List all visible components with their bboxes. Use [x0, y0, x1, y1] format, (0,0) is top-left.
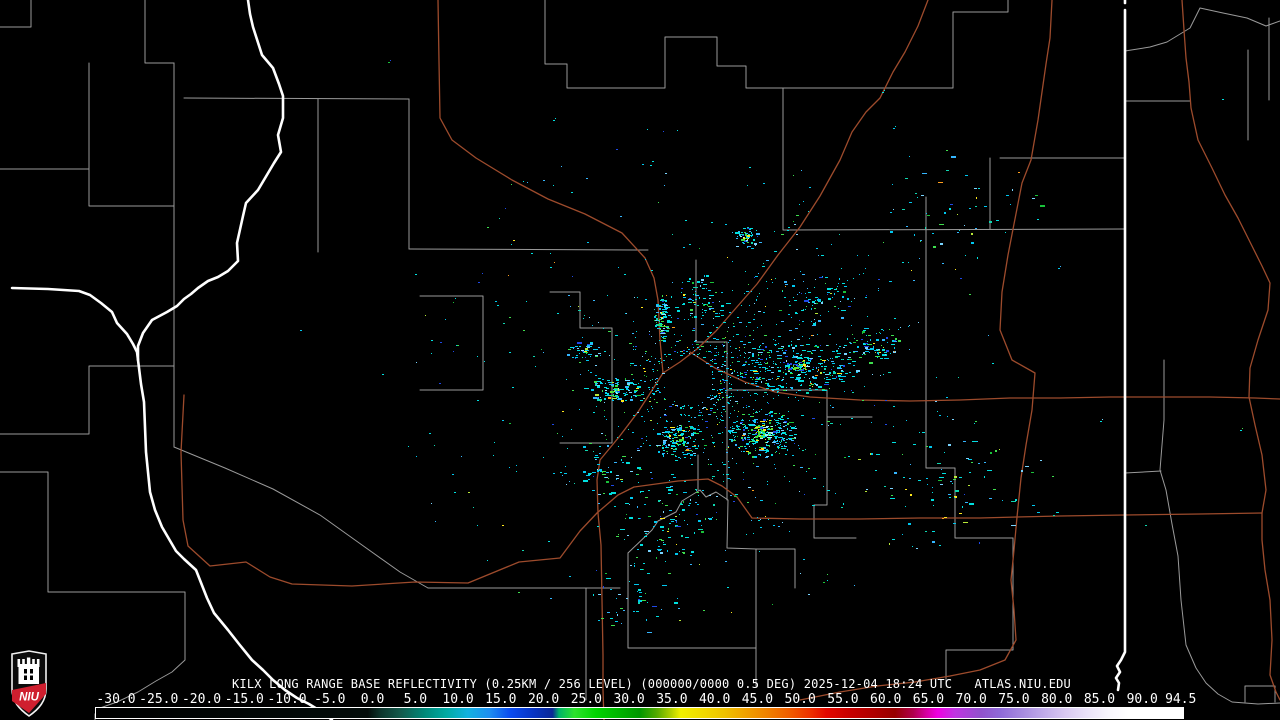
state-border-layer	[10, 0, 1127, 720]
colorbar-tick-label: 80.0	[1041, 692, 1073, 707]
colorbar	[95, 707, 1184, 719]
highway-lines-layer	[180, 0, 1280, 720]
colorbar-tick-label: 35.0	[656, 692, 688, 707]
colorbar-tick-label: 30.0	[613, 692, 645, 707]
colorbar-tick-label: -30.0	[96, 692, 136, 707]
colorbar-tick-label: 60.0	[870, 692, 902, 707]
colorbar-tick-label: 0.0	[360, 692, 385, 707]
colorbar-tick-label: -10.0	[267, 692, 307, 707]
colorbar-tick-label: 5.0	[403, 692, 428, 707]
colorbar-tick-label: 94.5	[1165, 692, 1197, 707]
niu-logo-text: NIU	[19, 692, 40, 704]
colorbar-tick-label: 75.0	[998, 692, 1030, 707]
county-lines-layer	[0, 0, 1280, 720]
colorbar-tick-label: 90.0	[1126, 692, 1158, 707]
colorbar-tick-label: 65.0	[912, 692, 945, 707]
colorbar-tick-label: -15.0	[224, 692, 264, 707]
colorbar-tick-labels: -30.0 -25.0 -20.0 -15.0 -10.0 -5.0 0.0 5.0 10.0 1…	[0, 692, 1280, 707]
niu-logo: NIU	[11, 650, 47, 717]
colorbar-tick-label: 25.0	[570, 692, 603, 707]
colorbar-tick-label: 50.0	[784, 692, 816, 707]
colorbar-tick-label: -20.0	[181, 692, 222, 707]
colorbar-tick-label: 45.0	[741, 692, 774, 707]
colorbar-tick-label: -5.0	[314, 692, 346, 707]
colorbar-tick-label: 55.0	[827, 692, 859, 707]
colorbar-tick-label: 10.0	[442, 692, 474, 707]
colorbar-tick-label: 15.0	[485, 692, 517, 707]
colorbar-tick-label: 40.0	[698, 692, 731, 707]
radar-viewer: KILX LONG RANGE BASE REFLECTIVITY (0.25K…	[0, 0, 1280, 720]
colorbar-tick-label: 20.0	[527, 692, 560, 707]
product-caption: KILX LONG RANGE BASE REFLECTIVITY (0.25K…	[232, 677, 1071, 691]
colorbar-tick-label: 70.0	[955, 692, 987, 707]
radar-map-canvas	[0, 0, 1280, 720]
colorbar-tick-label: -25.0	[139, 692, 179, 707]
radar-echoes-layer	[300, 60, 1243, 633]
colorbar-tick-label: 85.0	[1083, 692, 1116, 707]
